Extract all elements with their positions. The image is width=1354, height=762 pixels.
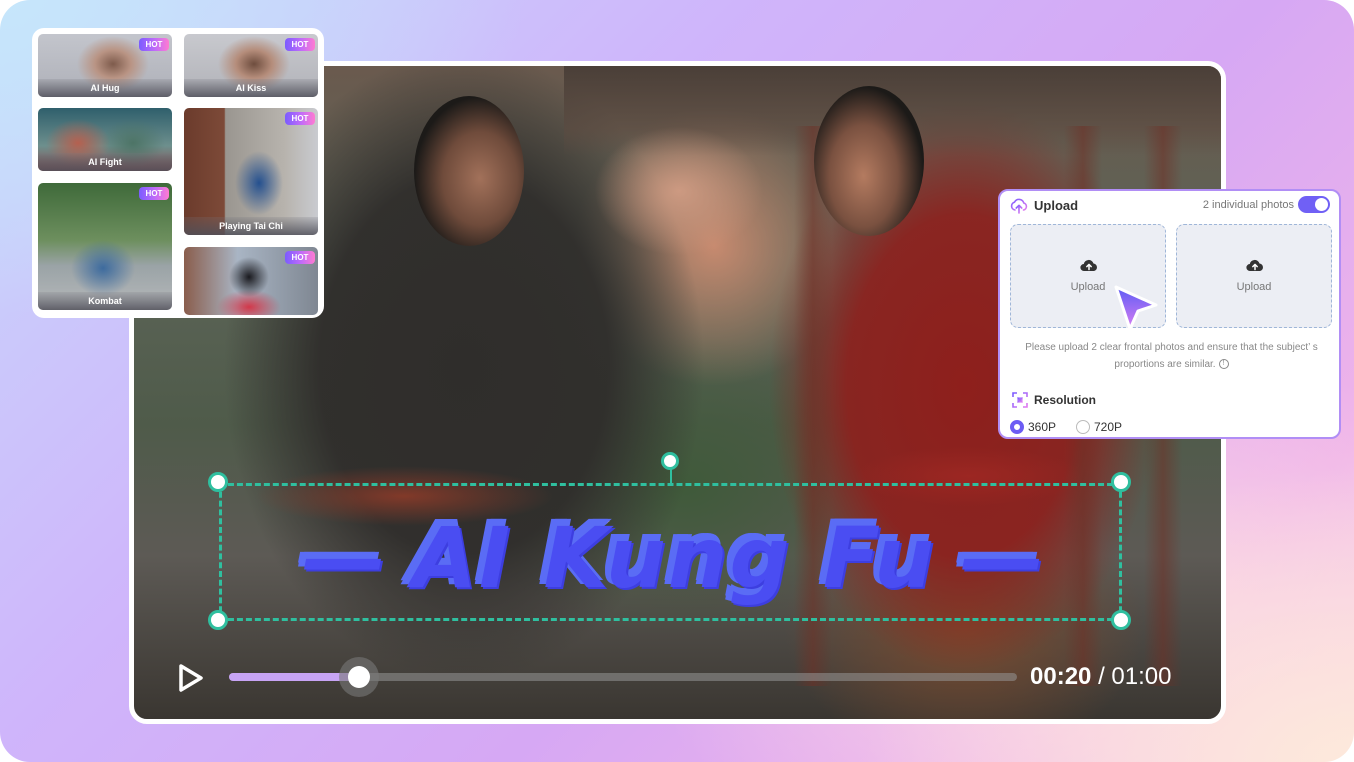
radio-360p[interactable]	[1010, 420, 1024, 434]
rotate-handle-line	[670, 468, 672, 484]
hot-badge: HOT	[139, 38, 169, 51]
toggle-knob	[1315, 198, 1328, 211]
time-readout: 00:20 / 01:00	[1030, 663, 1171, 691]
title-main-text: AI Kung Fu	[407, 504, 933, 602]
template-label: Playing Tai Chi	[184, 217, 318, 235]
resolution-title: Resolution	[1034, 393, 1096, 407]
template-label: AI Fight	[38, 153, 172, 171]
resize-handle-bottom-left[interactable]	[208, 610, 228, 630]
upload-title: Upload	[1034, 198, 1079, 213]
info-icon[interactable]: !	[1218, 359, 1229, 370]
current-time: 00:20	[1030, 663, 1092, 690]
radio-720p[interactable]	[1076, 420, 1090, 434]
rotate-handle[interactable]	[661, 452, 679, 470]
resize-handle-bottom-right[interactable]	[1111, 610, 1131, 630]
template-card-playing-tai-chi[interactable]: HOT Playing Tai Chi	[184, 108, 318, 235]
cloud-upload-icon	[1246, 259, 1263, 272]
play-button[interactable]	[176, 662, 206, 694]
template-card-squid[interactable]: HOT	[184, 247, 318, 315]
hot-badge: HOT	[139, 187, 169, 200]
play-icon	[179, 664, 203, 692]
radio-360p-label[interactable]: 360P	[1028, 420, 1056, 434]
hot-badge: HOT	[285, 251, 315, 264]
video-overlay-title[interactable]: — AI Kung Fu —	[200, 498, 1140, 608]
cloud-upload-icon	[1080, 259, 1097, 272]
total-time: 01:00	[1111, 663, 1172, 690]
title-right-dash: —	[956, 504, 1043, 602]
fighter-right-head	[814, 86, 924, 236]
resize-handle-top-left[interactable]	[208, 472, 228, 492]
upload-slot-2[interactable]: Upload	[1176, 224, 1332, 328]
radio-720p-label[interactable]: 720P	[1094, 420, 1122, 434]
template-card-ai-fight[interactable]: AI Fight	[38, 108, 172, 171]
hands	[594, 126, 764, 256]
resolution-icon	[1012, 392, 1028, 408]
upload-slot-label: Upload	[1236, 281, 1272, 293]
individual-photos-toggle[interactable]	[1298, 196, 1330, 213]
upload-hint: Please upload 2 clear frontal photos and…	[1020, 339, 1323, 373]
template-card-ai-hug[interactable]: HOT AI Hug	[38, 34, 172, 97]
cloud-upload-icon	[1010, 198, 1028, 214]
title-left-dash: —	[297, 504, 384, 602]
individual-photos-label: 2 individual photos	[1202, 199, 1294, 211]
hot-badge: HOT	[285, 38, 315, 51]
upload-hint-text: Please upload 2 clear frontal photos and…	[1025, 342, 1318, 370]
template-label: AI Hug	[38, 79, 172, 97]
template-label: Kombat	[38, 292, 172, 310]
hot-badge: HOT	[285, 112, 315, 125]
pointer-cursor-icon	[1114, 285, 1158, 331]
template-label: AI Kiss	[184, 79, 318, 97]
resize-handle-top-right[interactable]	[1111, 472, 1131, 492]
template-panel: HOT AI Hug HOT AI Kiss AI Fight HOT Play…	[32, 28, 324, 318]
time-separator: /	[1098, 663, 1105, 690]
template-card-kombat[interactable]: HOT Kombat	[38, 183, 172, 310]
upload-panel: Upload 2 individual photos Upload Upload…	[998, 189, 1341, 439]
fighter-left-head	[414, 96, 524, 246]
progress-knob[interactable]	[348, 666, 371, 688]
template-card-ai-kiss[interactable]: HOT AI Kiss	[184, 34, 318, 97]
